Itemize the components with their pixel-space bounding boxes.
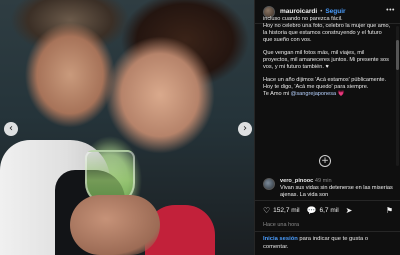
caption-scroll-thumb[interactable]	[396, 40, 399, 70]
comment-item: vero_pinooc 49 min Vivan sus vidas sin d…	[263, 178, 393, 199]
photo-hand	[70, 195, 160, 255]
comment-button[interactable]: 💬 6,7 mil	[307, 206, 339, 215]
post-photo: ‹ ›	[0, 0, 254, 255]
share-icon[interactable]: ➤	[346, 206, 353, 215]
comment-time: 49 min	[314, 178, 332, 184]
more-options-icon[interactable]: •••	[386, 7, 395, 14]
signoff-prefix: Te Amo mi	[263, 91, 291, 97]
login-link[interactable]: Inicia sesión	[263, 236, 298, 242]
post-side-panel: mauroicardi • Seguir ••• incluso cuando …	[254, 0, 400, 255]
bookmark-icon[interactable]: ⚑	[386, 206, 393, 215]
comment-count: 6,7 mil	[319, 207, 339, 214]
mention-link[interactable]: @sangrejaponesa	[291, 91, 337, 97]
caption-paragraph: Que vengan mil fotos más, mil viajes, mi…	[263, 50, 389, 70]
comment-text: Vivan sus vidas sin detenerse en las mis…	[280, 185, 393, 198]
post-caption: incluso cuando no parezca fácil. Hoy no …	[263, 16, 391, 104]
caption-paragraph: incluso cuando no parezca fácil. Hoy no …	[263, 16, 391, 43]
commenter-username[interactable]: vero_pinooc	[280, 178, 313, 184]
author-username[interactable]: mauroicardi	[280, 8, 317, 15]
login-prompt: Inicia sesión para indicar que te gusta …	[255, 231, 400, 255]
caption-text: Hace un año dijimos 'Acá estamos' públic…	[263, 77, 387, 90]
comment-icon[interactable]: 💬	[307, 206, 317, 215]
signoff-emoji: 💗	[336, 91, 345, 97]
like-button[interactable]: ♡ 152,7 mil	[263, 206, 300, 215]
post-actions-bar: ♡ 152,7 mil 💬 6,7 mil ➤ ⚑	[255, 200, 400, 220]
heart-icon[interactable]: ♡	[263, 206, 270, 215]
share-button[interactable]: ➤	[346, 206, 356, 215]
header-separator: •	[320, 8, 323, 15]
next-photo-button[interactable]: ›	[238, 122, 252, 136]
like-count: 152,7 mil	[273, 207, 300, 214]
commenter-avatar[interactable]	[263, 178, 275, 190]
comment-body: vero_pinooc 49 min Vivan sus vidas sin d…	[280, 178, 393, 199]
load-more-comments-icon[interactable]: +	[319, 155, 331, 167]
follow-button[interactable]: Seguir	[325, 8, 345, 15]
post-date: Hace una hora	[263, 222, 300, 228]
previous-photo-button[interactable]: ‹	[4, 122, 18, 136]
caption-paragraph: Hace un año dijimos 'Acá estamos' públic…	[263, 77, 391, 98]
